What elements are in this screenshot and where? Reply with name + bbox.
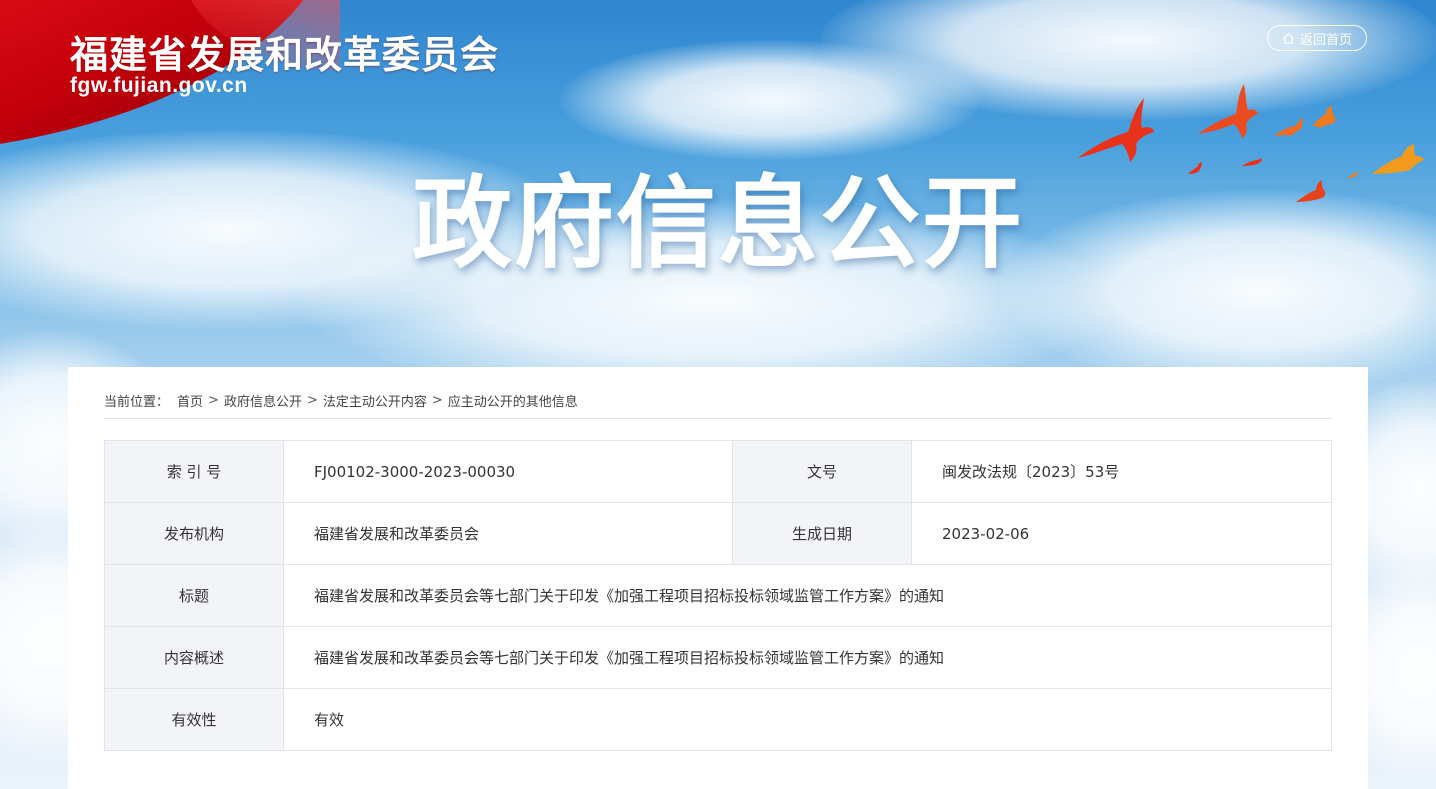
title-value: 福建省发展和改革委员会等七部门关于印发《加强工程项目招标投标领域监管工作方案》的…	[283, 564, 1332, 627]
table-row: 发布机构 福建省发展和改革委员会 生成日期 2023-02-06	[104, 502, 1332, 565]
validity-label: 有效性	[104, 688, 284, 751]
breadcrumb-separator: >	[306, 393, 318, 408]
bird-icon	[1274, 118, 1304, 136]
breadcrumb: 当前位置： 首页 > 政府信息公开 > 法定主动公开内容 > 应主动公开的其他信…	[104, 389, 1332, 419]
document-number-label: 文号	[732, 440, 912, 503]
summary-label: 内容概述	[104, 626, 284, 689]
breadcrumb-other-info[interactable]: 应主动公开的其他信息	[448, 391, 578, 410]
breadcrumb-home[interactable]: 首页	[177, 391, 203, 410]
document-number-value: 闽发改法规〔2023〕53号	[911, 440, 1332, 503]
title-label: 标题	[104, 564, 284, 627]
table-row: 有效性 有效	[104, 688, 1332, 751]
bird-icon	[1198, 84, 1258, 138]
bird-icon	[1312, 106, 1336, 128]
content-card: 当前位置： 首页 > 政府信息公开 > 法定主动公开内容 > 应主动公开的其他信…	[68, 367, 1368, 789]
table-row: 标题 福建省发展和改革委员会等七部门关于印发《加强工程项目招标投标领域监管工作方…	[104, 564, 1332, 627]
site-domain[interactable]: fgw.fujian.gov.cn	[70, 74, 248, 98]
publisher-label: 发布机构	[104, 502, 284, 565]
date-label: 生成日期	[732, 502, 912, 565]
breadcrumb-separator: >	[208, 393, 219, 408]
summary-value: 福建省发展和改革委员会等七部门关于印发《加强工程项目招标投标领域监管工作方案》的…	[283, 626, 1332, 689]
breadcrumb-separator: >	[431, 393, 443, 408]
breadcrumb-prefix: 当前位置：	[104, 395, 170, 410]
breadcrumb-statutory-content[interactable]: 法定主动公开内容	[323, 391, 427, 410]
return-home-label: 返回首页	[1299, 32, 1352, 48]
table-row: 内容概述 福建省发展和改革委员会等七部门关于印发《加强工程项目招标投标领域监管工…	[104, 626, 1332, 689]
banner-heading: 政府信息公开	[412, 165, 1024, 282]
site-title[interactable]: 福建省发展和改革委员会	[70, 24, 499, 79]
page: 福建省发展和改革委员会 fgw.fujian.gov.cn 返回首页 政府信息公…	[0, 0, 1436, 789]
publisher-value: 福建省发展和改革委员会	[283, 502, 733, 565]
date-value: 2023-02-06	[911, 502, 1332, 565]
table-row: 索 引 号 FJ00102-3000-2023-00030 文号 闽发改法规〔2…	[104, 440, 1332, 503]
validity-value: 有效	[283, 688, 1332, 751]
return-home-button[interactable]: 返回首页	[1267, 25, 1367, 51]
breadcrumb-gov-info[interactable]: 政府信息公开	[224, 391, 302, 410]
home-icon	[1282, 32, 1295, 45]
index-number-label: 索 引 号	[104, 440, 284, 503]
document-info-table: 索 引 号 FJ00102-3000-2023-00030 文号 闽发改法规〔2…	[104, 440, 1332, 751]
index-number-value: FJ00102-3000-2023-00030	[283, 440, 733, 503]
